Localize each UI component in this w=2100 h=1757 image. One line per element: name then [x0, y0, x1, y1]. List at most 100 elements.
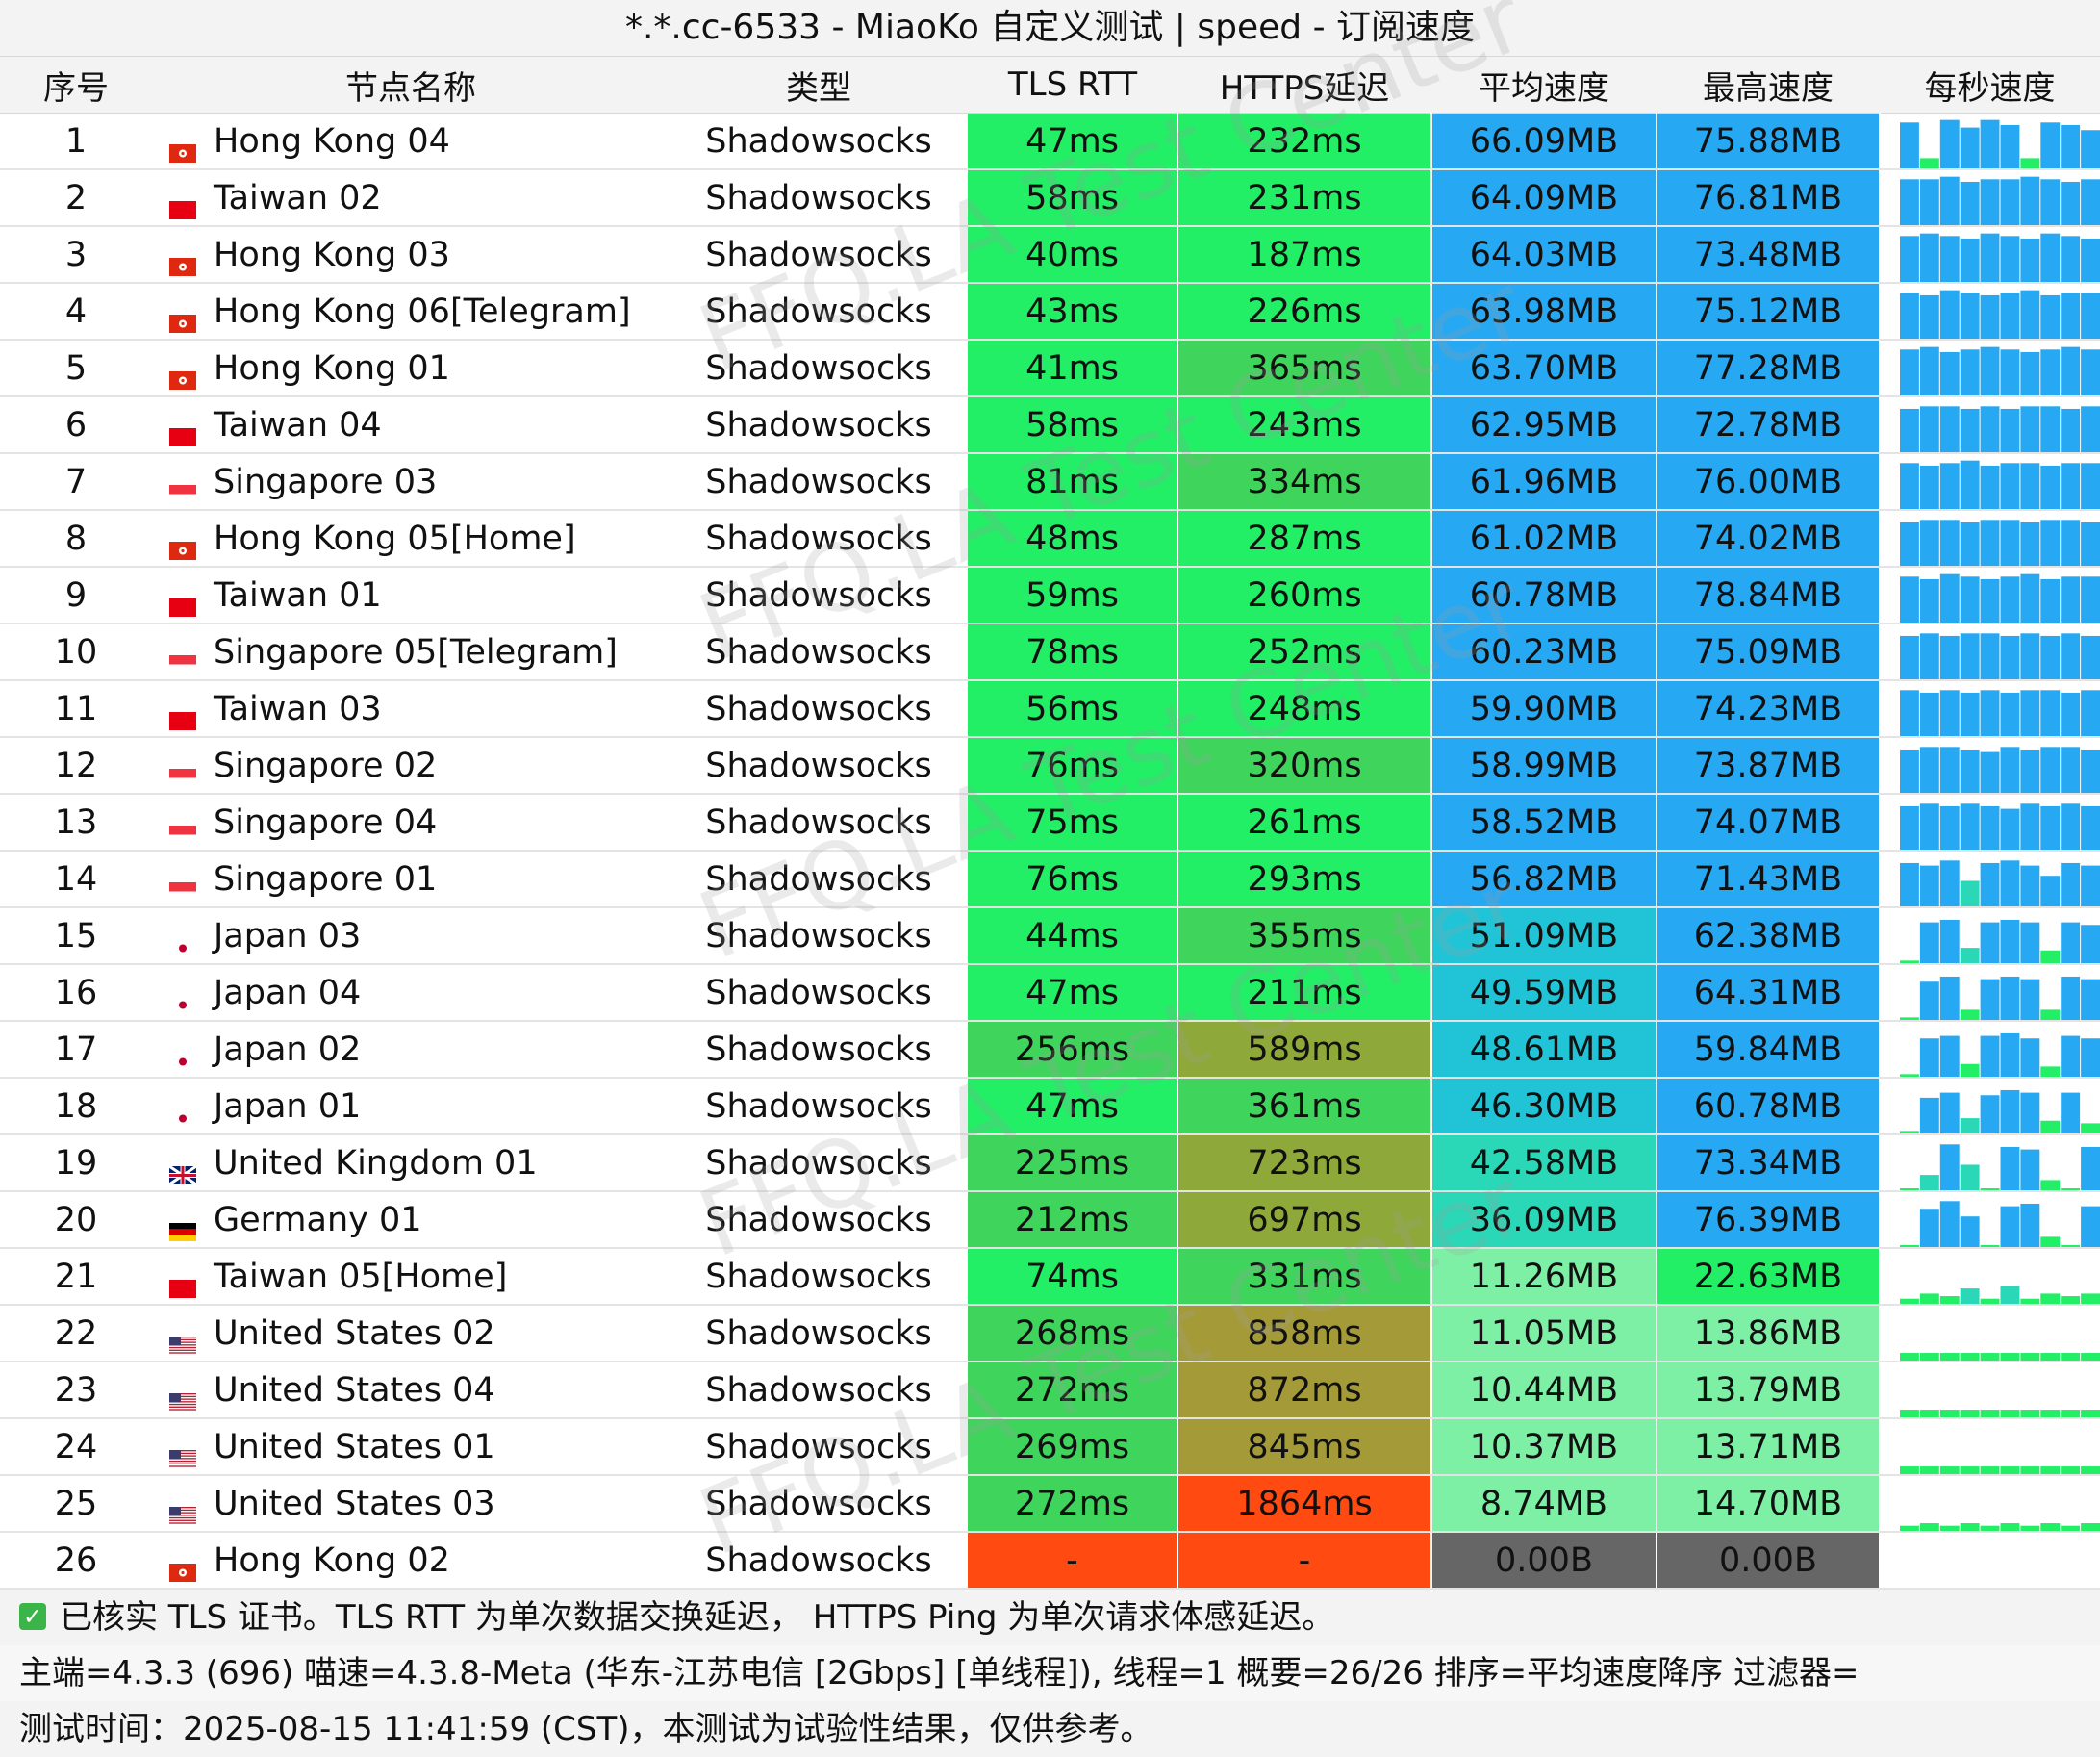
- node-type: Shadowsocks: [670, 169, 968, 227]
- table-row[interactable]: 5 Hong Kong 01 Shadowsocks 41ms 365ms 63.70MB…: [0, 340, 2100, 397]
- speed-bar: [1939, 860, 1960, 905]
- table-row[interactable]: 22 United States 02 Shadowsocks 268ms 858ms 1…: [0, 1305, 2100, 1362]
- table-row[interactable]: 1 Hong Kong 04 Shadowsocks 47ms 232ms 66.09MB…: [0, 113, 2100, 170]
- speed-bar: [2020, 463, 2040, 508]
- tls-rtt: 272ms: [968, 1362, 1178, 1419]
- speed-bar: [2020, 865, 2040, 905]
- speed-bar: [2000, 236, 2020, 281]
- table-row[interactable]: 20 Germany 01 Shadowsocks 212ms 697ms 36.09MB…: [0, 1191, 2100, 1249]
- col-index[interactable]: 序号: [0, 57, 152, 114]
- tls-rtt: 58ms: [968, 396, 1178, 454]
- flag-tw-icon: [169, 587, 196, 617]
- speed-bar: [1980, 1525, 2000, 1530]
- https-latency: 320ms: [1177, 737, 1432, 795]
- table-row[interactable]: 16 Japan 04 Shadowsocks 47ms 211ms 49.59MB 64.…: [0, 964, 2100, 1022]
- avg-speed: 64.03MB: [1431, 226, 1657, 284]
- per-second-speed: [1880, 907, 2100, 965]
- col-max-speed[interactable]: 最高速度: [1657, 57, 1880, 114]
- speed-bar: [1900, 1245, 1919, 1246]
- node-name-cell: Hong Kong 03: [152, 226, 670, 284]
- https-latency: 211ms: [1177, 964, 1432, 1022]
- node-type: Shadowsocks: [670, 453, 968, 511]
- flag-de-icon: [169, 1211, 196, 1241]
- https-latency: 187ms: [1177, 226, 1432, 284]
- table-row[interactable]: 26 Hong Kong 02 Shadowsocks - -0.00B 0.00B: [0, 1532, 2100, 1590]
- node-type: Shadowsocks: [670, 1191, 968, 1249]
- speed-bar: [1939, 119, 1960, 168]
- max-speed: 14.70MB: [1657, 1475, 1881, 1533]
- node-name-cell: United Kingdom 01: [152, 1134, 670, 1192]
- table-row[interactable]: 12 Singapore 02 Shadowsocks 76ms 320ms 58.99M…: [0, 737, 2100, 795]
- table-row[interactable]: 23 United States 04 Shadowsocks 272ms 872ms 1…: [0, 1362, 2100, 1419]
- speed-bar: [2040, 690, 2061, 735]
- col-avg-speed[interactable]: 平均速度: [1431, 57, 1657, 114]
- https-latency: 293ms: [1177, 851, 1432, 908]
- speed-bar: [1939, 176, 1960, 224]
- tls-rtt: 268ms: [968, 1305, 1178, 1362]
- col-node-name[interactable]: 节点名称: [152, 57, 670, 114]
- table-row[interactable]: 4 Hong Kong 06[Telegram] Shadowsocks 43ms 22…: [0, 283, 2100, 341]
- table-row[interactable]: 17 Japan 02 Shadowsocks 256ms 589ms 48.61MB 59…: [0, 1021, 2100, 1079]
- table-row[interactable]: 8 Hong Kong 05[Home] Shadowsocks 48ms 287ms 6…: [0, 510, 2100, 568]
- table-row[interactable]: 11 Taiwan 03 Shadowsocks 56ms 248ms 59.90MB 74…: [0, 680, 2100, 738]
- avg-speed: 0.00B: [1431, 1532, 1657, 1590]
- speed-bar: [2000, 692, 2020, 735]
- speed-bar: [1919, 1466, 1939, 1473]
- col-https-latency[interactable]: HTTPS延迟: [1177, 57, 1431, 114]
- col-per-second-speed[interactable]: 每秒速度: [1880, 57, 2100, 114]
- speed-bar: [2081, 979, 2100, 1019]
- per-second-speed: [1880, 1078, 2100, 1135]
- speed-bar: [2040, 122, 2061, 168]
- tls-rtt: 75ms: [968, 794, 1178, 852]
- flag-tw-icon: [169, 700, 196, 730]
- node-name: Hong Kong 06[Telegram]: [214, 292, 631, 331]
- flag-us-icon: [169, 1495, 196, 1524]
- speed-bar: [1900, 960, 1919, 962]
- table-row[interactable]: 21 Taiwan 05[Home] Shadowsocks 74ms 331ms 11.…: [0, 1248, 2100, 1306]
- table-row[interactable]: 15 Japan 03 Shadowsocks 44ms 355ms 51.09MB 62.…: [0, 907, 2100, 965]
- speed-bar: [1919, 346, 1939, 395]
- https-latency: 334ms: [1177, 453, 1432, 511]
- speed-bar: [1980, 633, 2000, 678]
- table-row[interactable]: 2 Taiwan 02 Shadowsocks 58ms 231ms 64.09MB 76.…: [0, 169, 2100, 227]
- table-row[interactable]: 10 Singapore 05[Telegram] Shadowsocks 78ms 2…: [0, 624, 2100, 681]
- table-row[interactable]: 13 Singapore 04 Shadowsocks 75ms 261ms 58.52M…: [0, 794, 2100, 852]
- speed-bar: [1939, 690, 1960, 735]
- speed-bar: [2000, 293, 2020, 338]
- table-row[interactable]: 6 Taiwan 04 Shadowsocks 58ms 243ms 62.95MB 72.…: [0, 396, 2100, 454]
- per-second-speed-chart: [1900, 1523, 2100, 1530]
- node-name-cell: Singapore 02: [152, 737, 670, 795]
- speed-bar: [1900, 349, 1919, 395]
- speed-bar: [2040, 406, 2061, 451]
- table-row[interactable]: 24 United States 01 Shadowsocks 269ms 845ms 1…: [0, 1418, 2100, 1476]
- speed-bar: [1900, 463, 1919, 508]
- table-row[interactable]: 14 Singapore 01 Shadowsocks 76ms 293ms 56.82M…: [0, 851, 2100, 908]
- https-latency: 355ms: [1177, 907, 1432, 965]
- node-name-cell: Taiwan 04: [152, 396, 670, 454]
- row-index: 15: [0, 907, 152, 965]
- table-row[interactable]: 25 United States 03 Shadowsocks 272ms 1864ms…: [0, 1475, 2100, 1533]
- avg-speed: 56.82MB: [1431, 851, 1657, 908]
- max-speed: 76.00MB: [1657, 453, 1881, 511]
- per-second-speed-chart: [1900, 1410, 2100, 1416]
- node-name: Taiwan 03: [214, 689, 382, 728]
- table-row[interactable]: 3 Hong Kong 03 Shadowsocks 40ms 187ms 64.03MB…: [0, 226, 2100, 284]
- node-name: Singapore 03: [214, 462, 438, 501]
- per-second-speed: [1880, 1248, 2100, 1306]
- per-second-speed: [1880, 680, 2100, 738]
- table-row[interactable]: 18 Japan 01 Shadowsocks 47ms 361ms 46.30MB 60.…: [0, 1078, 2100, 1135]
- node-name: Japan 04: [214, 973, 362, 1012]
- speed-bar: [1939, 1466, 1960, 1473]
- https-latency: 872ms: [1177, 1362, 1432, 1419]
- table-row[interactable]: 9 Taiwan 01 Shadowsocks 59ms 260ms 60.78MB 78.…: [0, 567, 2100, 624]
- speed-bar: [2000, 1410, 2020, 1416]
- speed-bar: [2020, 351, 2040, 395]
- speed-bar: [1900, 1017, 1919, 1019]
- table-row[interactable]: 19 United Kingdom 01 Shadowsocks 225ms 723ms…: [0, 1134, 2100, 1192]
- https-latency: 845ms: [1177, 1418, 1432, 1476]
- col-tls-rtt[interactable]: TLS RTT: [968, 57, 1177, 114]
- col-type[interactable]: 类型: [670, 57, 968, 114]
- table-row[interactable]: 7 Singapore 03 Shadowsocks 81ms 334ms 61.96MB…: [0, 453, 2100, 511]
- max-speed: 78.84MB: [1657, 567, 1881, 624]
- row-index: 18: [0, 1078, 152, 1135]
